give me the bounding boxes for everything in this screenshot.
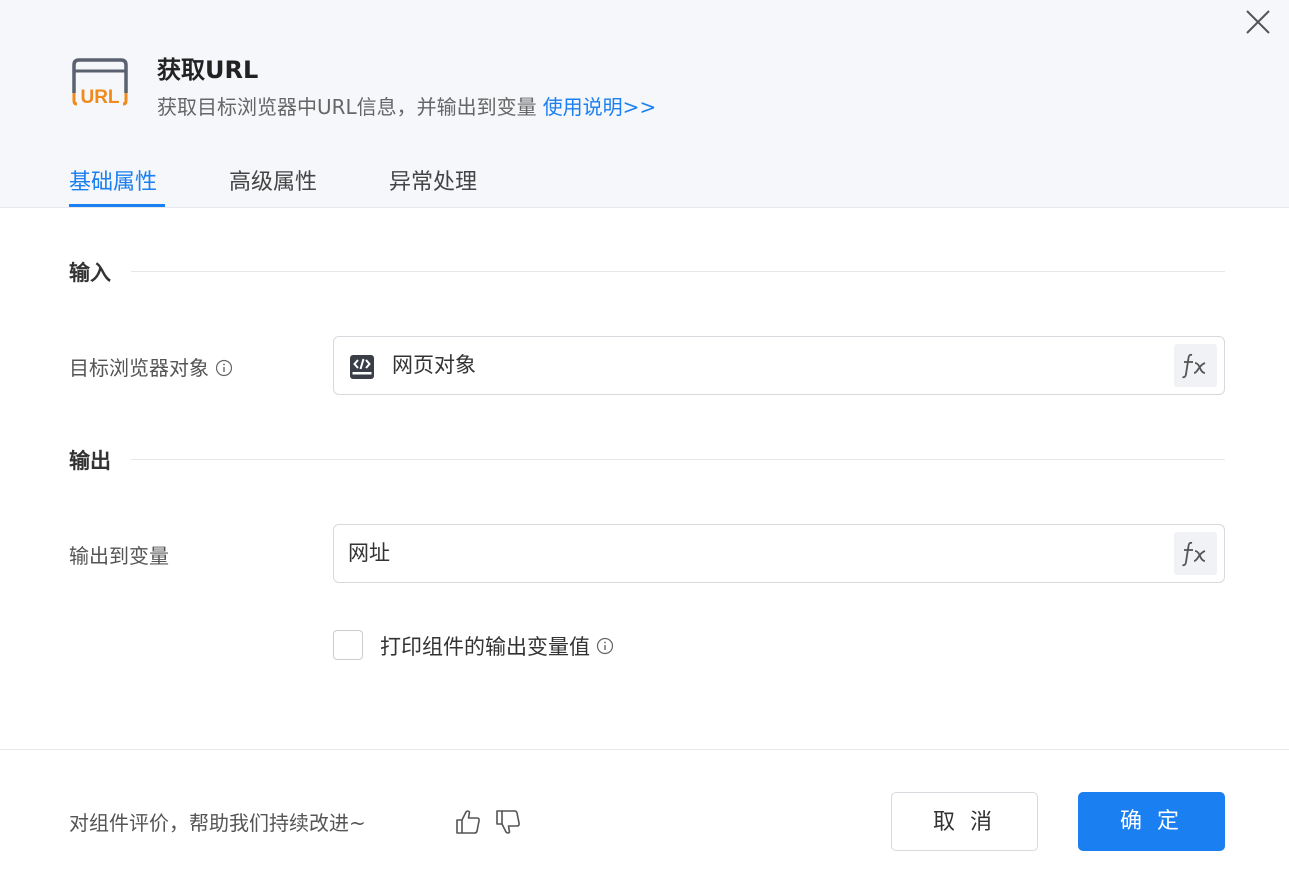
dialog-header: URL 获取URL 获取目标浏览器中URL信息，并输出到变量 使用说明>> 基础属…	[0, 0, 1289, 208]
active-tab-indicator	[69, 204, 165, 207]
fx-icon[interactable]	[1180, 352, 1212, 380]
dialog-subtitle: 获取目标浏览器中URL信息，并输出到变量 使用说明>>	[157, 92, 656, 122]
url-icon-text: URL	[80, 87, 119, 107]
output-section-divider	[131, 459, 1225, 460]
dialog-title: 获取URL	[157, 56, 259, 84]
web-object-icon	[350, 355, 374, 379]
info-icon[interactable]	[596, 633, 614, 663]
output-variable-input[interactable]: 网址	[333, 524, 1225, 583]
tab-advanced-properties[interactable]: 高级属性	[229, 166, 317, 200]
help-link[interactable]: 使用说明>>	[543, 95, 657, 119]
url-component-icon: URL	[71, 57, 129, 108]
fx-icon[interactable]	[1180, 540, 1212, 568]
tab-basic-properties[interactable]: 基础属性	[69, 166, 157, 200]
input-section-divider	[131, 271, 1225, 272]
subtitle-text: 获取目标浏览器中URL信息，并输出到变量	[157, 95, 537, 119]
print-output-label[interactable]: 打印组件的输出变量值	[380, 632, 614, 663]
target-browser-label-text: 目标浏览器对象	[69, 356, 209, 380]
target-browser-label: 目标浏览器对象	[69, 353, 233, 385]
fx-button[interactable]	[1174, 532, 1217, 575]
target-browser-input[interactable]: 网页对象	[333, 336, 1225, 395]
close-button[interactable]	[1242, 6, 1274, 38]
print-output-label-text: 打印组件的输出变量值	[380, 635, 590, 659]
feedback-text: 对组件评价，帮助我们持续改进~	[69, 811, 366, 835]
info-icon[interactable]	[215, 355, 233, 385]
footer-divider	[0, 749, 1289, 750]
print-output-checkbox[interactable]	[333, 630, 363, 660]
thumbs-up-icon[interactable]	[454, 808, 482, 836]
confirm-button[interactable]: 确 定	[1078, 792, 1225, 851]
cancel-button[interactable]: 取 消	[891, 792, 1038, 851]
thumbs-down-icon[interactable]	[494, 808, 522, 836]
fx-button[interactable]	[1174, 344, 1217, 387]
output-variable-label: 输出到变量	[69, 544, 169, 568]
tab-exception-handling[interactable]: 异常处理	[389, 166, 477, 200]
input-section-title: 输入	[69, 261, 111, 285]
close-icon[interactable]	[1242, 6, 1274, 38]
target-browser-value: 网页对象	[392, 353, 476, 377]
output-section-title: 输出	[69, 449, 111, 473]
output-variable-value: 网址	[348, 541, 390, 565]
